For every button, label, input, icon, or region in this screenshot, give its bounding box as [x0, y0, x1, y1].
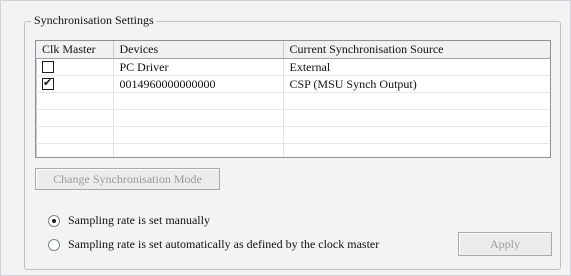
group-title: Synchronisation Settings — [31, 13, 157, 27]
column-header-sync-source[interactable]: Current Synchronisation Source — [283, 41, 550, 59]
radio-selected-dot — [52, 218, 56, 223]
source-cell: External — [283, 58, 550, 76]
sync-devices-list[interactable]: Clk Master Devices Current Synchronisati… — [35, 40, 551, 158]
column-header-devices[interactable]: Devices — [113, 41, 284, 59]
check-icon: ✔ — [43, 75, 53, 89]
table-row[interactable]: ✔ 0014960000000000 CSP (MSU Synch Output… — [36, 75, 550, 93]
table-row — [36, 143, 550, 157]
change-sync-mode-button[interactable]: Change Synchronisation Mode — [35, 168, 220, 190]
table-row[interactable]: PC Driver External — [36, 58, 550, 76]
source-cell: CSP (MSU Synch Output) — [283, 75, 550, 93]
radio-label-automatic: Sampling rate is set automatically as de… — [68, 237, 380, 251]
radio-automatic-rate[interactable]: Sampling rate is set automatically as de… — [48, 237, 379, 252]
device-cell: PC Driver — [113, 58, 284, 76]
table-row — [36, 126, 550, 144]
table-row — [36, 92, 550, 110]
table-row — [36, 109, 550, 127]
radio-label-manual: Sampling rate is set manually — [68, 213, 210, 227]
clk-master-checkbox[interactable] — [42, 60, 54, 73]
sync-devices-table: Clk Master Devices Current Synchronisati… — [36, 41, 550, 157]
clk-master-checkbox[interactable]: ✔ — [42, 75, 54, 90]
radio-manual-rate[interactable]: Sampling rate is set manually — [48, 213, 210, 228]
radio-button[interactable] — [48, 214, 60, 227]
device-cell: 0014960000000000 — [113, 75, 284, 93]
radio-button[interactable] — [48, 238, 60, 251]
column-header-clk-master[interactable]: Clk Master — [36, 41, 114, 59]
table-header-row: Clk Master Devices Current Synchronisati… — [36, 41, 550, 59]
apply-button[interactable]: Apply — [458, 232, 552, 256]
